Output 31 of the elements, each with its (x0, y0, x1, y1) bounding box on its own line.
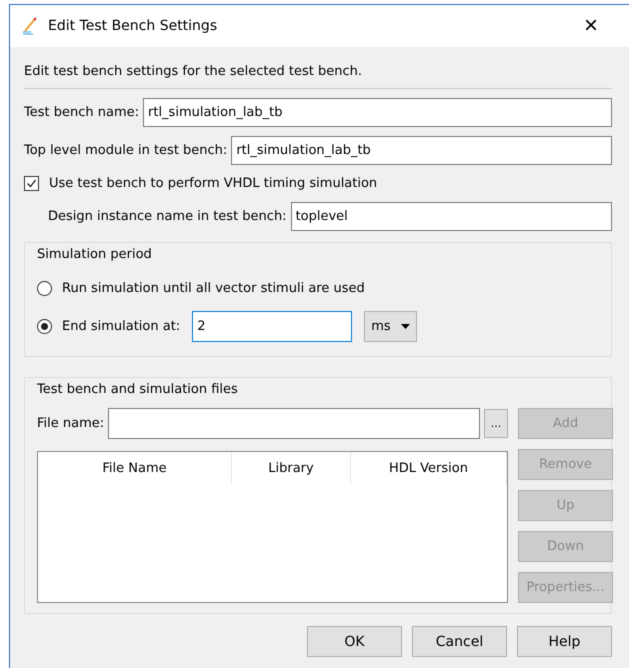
checkbox[interactable] (24, 176, 39, 190)
dialog-button[interactable]: Help (517, 626, 612, 657)
field-label: Design instance name in test bench: (48, 208, 287, 224)
unit-dropdown[interactable]: ms (364, 310, 418, 342)
input-field[interactable] (108, 408, 480, 438)
field-label: Test bench name: (24, 104, 139, 120)
column-header[interactable]: File Name (38, 452, 232, 484)
browse-button[interactable]: ... (484, 408, 508, 438)
input-field[interactable]: rtl_simulation_lab_tb (143, 98, 612, 126)
dialog-button[interactable]: OK (307, 626, 402, 657)
column-header[interactable]: HDL Version (351, 452, 507, 484)
field-label: Top level module in test bench: (24, 142, 228, 158)
dialog-button[interactable]: Cancel (412, 626, 507, 657)
pencil-icon (22, 17, 38, 35)
radio-label: Run simulation until all vector stimuli are used (62, 280, 365, 296)
radio-button[interactable] (37, 280, 52, 296)
group-title: Test bench and simulation files (37, 382, 239, 397)
input-field[interactable]: rtl_simulation_lab_tb (231, 136, 612, 164)
radio-button[interactable] (37, 318, 52, 334)
checkbox-label: Use test bench to perform VHDL timing simulation (49, 176, 378, 190)
description-text: Edit test bench settings for the selected test bench. (24, 64, 612, 89)
radio-label: End simulation at: (62, 318, 180, 334)
input-field[interactable]: 2 (192, 310, 352, 342)
check-icon (26, 178, 37, 188)
group-title: Simulation period (37, 247, 153, 262)
field-label: File name: (37, 416, 104, 430)
window-title: Edit Test Bench Settings (48, 18, 218, 34)
input-field[interactable]: toplevel (290, 202, 612, 230)
close-button[interactable]: × (571, 12, 611, 40)
caret-icon (401, 324, 410, 328)
column-header[interactable]: Library (232, 452, 351, 484)
